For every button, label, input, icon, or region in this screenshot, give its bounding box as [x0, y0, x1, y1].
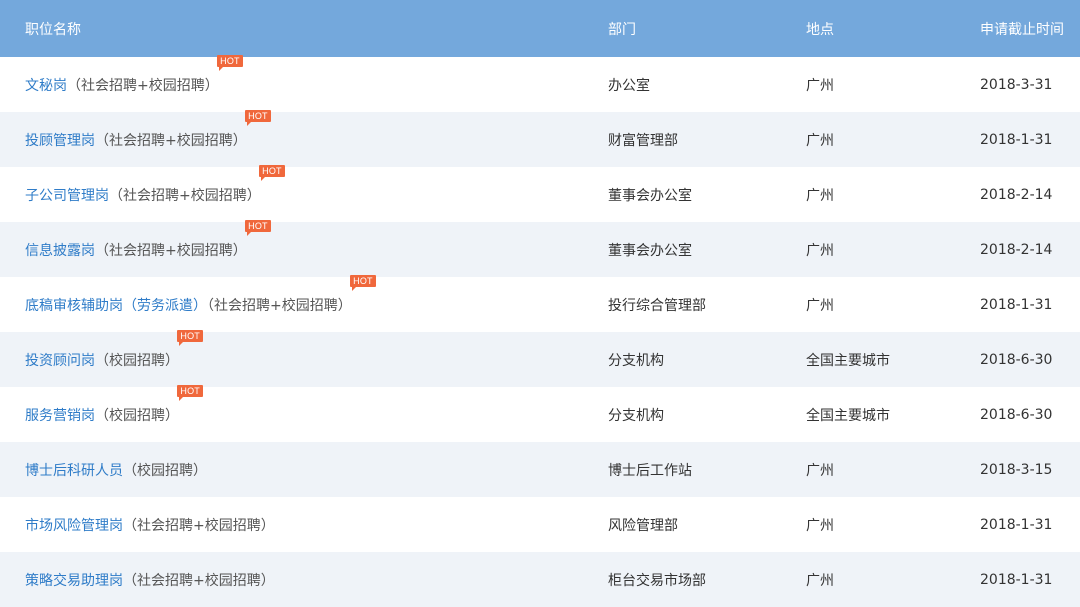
location-cell: 广州: [806, 222, 980, 277]
location-cell: 全国主要城市: [806, 407, 890, 424]
location-cell: 广州: [806, 77, 834, 94]
recruitment-type: （社会招聘+校园招聘）: [95, 132, 247, 149]
position-cell: 投顾管理岗（社会招聘+校园招聘） HOT: [0, 109, 608, 167]
job-title-link[interactable]: 文秘岗: [25, 78, 67, 94]
deadline-cell: 2018-6-30: [980, 332, 1080, 387]
table-row: 信息披露岗（社会招聘+校园招聘） HOT 董事会办公室 广州 2018-2-14: [0, 219, 1080, 277]
table-row: 投顾管理岗（社会招聘+校园招聘） HOT 财富管理部 广州 2018-1-31: [0, 109, 1080, 167]
table-row: 文秘岗（社会招聘+校园招聘） HOT 办公室 广州 2018-3-31: [0, 54, 1080, 112]
department-cell: 柜台交易市场部: [608, 552, 806, 607]
deadline-cell: 2018-1-31: [980, 112, 1080, 167]
job-title-link[interactable]: 投资顾问岗: [25, 353, 95, 369]
table-header-row: 职位名称 部门 地点 申请截止时间: [0, 0, 1080, 57]
location-cell: 广州: [806, 187, 834, 204]
position-cell: 服务营销岗（校园招聘） HOT: [0, 384, 608, 442]
recruitment-type: （社会招聘+校园招聘）: [109, 187, 261, 204]
department-cell: 财富管理部: [608, 112, 806, 167]
position-title-wrap: 策略交易助理岗（社会招聘+校园招聘）: [25, 570, 275, 590]
location-cell: 广州: [806, 112, 980, 167]
location-cell: 全国主要城市: [806, 332, 980, 387]
position-cell: 底稿审核辅助岗（劳务派遣）（社会招聘+校园招聘） HOT: [0, 274, 608, 332]
hot-badge: HOT: [245, 109, 271, 126]
recruitment-type: （校园招聘）: [123, 462, 207, 479]
deadline-cell: 2018-2-14: [980, 222, 1080, 277]
table-row: 底稿审核辅助岗（劳务派遣）（社会招聘+校园招聘） HOT 投行综合管理部 广州 2018…: [0, 274, 1080, 332]
department-cell: 董事会办公室: [608, 222, 806, 277]
column-header-location: 地点: [806, 0, 980, 57]
job-title-link[interactable]: 底稿审核辅助岗（劳务派遣）: [25, 298, 207, 314]
job-title-link[interactable]: 信息披露岗: [25, 243, 95, 259]
department-cell: 分支机构: [608, 332, 806, 387]
deadline-cell: 2018-3-15: [980, 442, 1080, 497]
job-title-link[interactable]: 投顾管理岗: [25, 133, 95, 149]
deadline-cell: 2018-6-30: [980, 406, 1053, 423]
table-row: 市场风险管理岗（社会招聘+校园招聘） 风险管理部 广州 2018-1-31: [0, 497, 1080, 552]
recruitment-type: （社会招聘+校园招聘）: [67, 77, 219, 94]
department-cell: 办公室: [608, 77, 650, 94]
table-row: 子公司管理岗（社会招聘+校园招聘） HOT 董事会办公室 广州 2018-2-14: [0, 164, 1080, 222]
location-cell: 广州: [806, 297, 834, 314]
recruitment-type: （校园招聘）: [95, 352, 179, 369]
recruitment-type: （校园招聘）: [95, 407, 179, 424]
column-header-department: 部门: [608, 0, 806, 57]
hot-badge: HOT: [245, 219, 271, 236]
recruitment-type: （社会招聘+校园招聘）: [123, 572, 275, 589]
deadline-cell: 2018-1-31: [980, 296, 1053, 313]
table-row: 服务营销岗（校园招聘） HOT 分支机构 全国主要城市 2018-6-30: [0, 384, 1080, 442]
department-cell: 博士后工作站: [608, 442, 806, 497]
deadline-cell: 2018-1-31: [980, 552, 1080, 607]
hot-badge: HOT: [259, 164, 285, 181]
job-title-link[interactable]: 市场风险管理岗: [25, 518, 123, 534]
recruitment-type: （社会招聘+校园招聘）: [123, 517, 275, 534]
job-title-link[interactable]: 服务营销岗: [25, 408, 95, 424]
position-title-wrap: 文秘岗（社会招聘+校园招聘） HOT: [25, 54, 243, 95]
recruitment-type: （社会招聘+校园招聘）: [207, 297, 352, 314]
position-cell: 策略交易助理岗（社会招聘+校园招聘）: [0, 552, 608, 607]
department-cell: 董事会办公室: [608, 187, 692, 204]
deadline-cell: 2018-2-14: [980, 186, 1053, 203]
department-cell: 风险管理部: [608, 517, 678, 534]
department-cell: 投行综合管理部: [608, 297, 706, 314]
position-cell: 子公司管理岗（社会招聘+校园招聘） HOT: [0, 164, 608, 222]
recruitment-type: （社会招聘+校园招聘）: [95, 242, 247, 259]
position-title-wrap: 市场风险管理岗（社会招聘+校园招聘）: [25, 515, 275, 535]
hot-badge: HOT: [177, 329, 203, 346]
position-cell: 博士后科研人员（校园招聘）: [0, 442, 608, 497]
position-cell: 信息披露岗（社会招聘+校园招聘） HOT: [0, 219, 608, 277]
column-header-position: 职位名称: [0, 0, 608, 57]
table-row: 投资顾问岗（校园招聘） HOT 分支机构 全国主要城市 2018-6-30: [0, 329, 1080, 387]
job-title-link[interactable]: 博士后科研人员: [25, 463, 123, 479]
position-title-wrap: 博士后科研人员（校园招聘）: [25, 460, 207, 480]
location-cell: 广州: [806, 442, 980, 497]
deadline-cell: 2018-3-31: [980, 76, 1053, 93]
deadline-cell: 2018-1-31: [980, 516, 1053, 533]
position-title-wrap: 子公司管理岗（社会招聘+校园招聘） HOT: [25, 164, 285, 205]
position-title-wrap: 投顾管理岗（社会招聘+校园招聘） HOT: [25, 109, 271, 150]
hot-badge: HOT: [217, 54, 243, 71]
position-title-wrap: 信息披露岗（社会招聘+校园招聘） HOT: [25, 219, 271, 260]
position-title-wrap: 服务营销岗（校园招聘） HOT: [25, 384, 203, 425]
department-cell: 分支机构: [608, 407, 664, 424]
table-row: 博士后科研人员（校园招聘） 博士后工作站 广州 2018-3-15: [0, 442, 1080, 497]
job-title-link[interactable]: 策略交易助理岗: [25, 573, 123, 589]
location-cell: 广州: [806, 552, 980, 607]
hot-badge: HOT: [177, 384, 203, 401]
table-row: 策略交易助理岗（社会招聘+校园招聘） 柜台交易市场部 广州 2018-1-31: [0, 552, 1080, 607]
position-title-wrap: 底稿审核辅助岗（劳务派遣）（社会招聘+校园招聘） HOT: [25, 274, 376, 315]
position-cell: 市场风险管理岗（社会招聘+校园招聘）: [0, 497, 608, 552]
hot-badge: HOT: [350, 274, 376, 291]
position-title-wrap: 投资顾问岗（校园招聘） HOT: [25, 329, 203, 370]
position-cell: 投资顾问岗（校园招聘） HOT: [0, 329, 608, 387]
job-title-link[interactable]: 子公司管理岗: [25, 188, 109, 204]
column-header-deadline: 申请截止时间: [980, 0, 1080, 57]
job-listing-table: 职位名称 部门 地点 申请截止时间 文秘岗（社会招聘+校园招聘） HOT 办公室 广州…: [0, 0, 1080, 607]
location-cell: 广州: [806, 517, 834, 534]
position-cell: 文秘岗（社会招聘+校园招聘） HOT: [0, 54, 608, 112]
